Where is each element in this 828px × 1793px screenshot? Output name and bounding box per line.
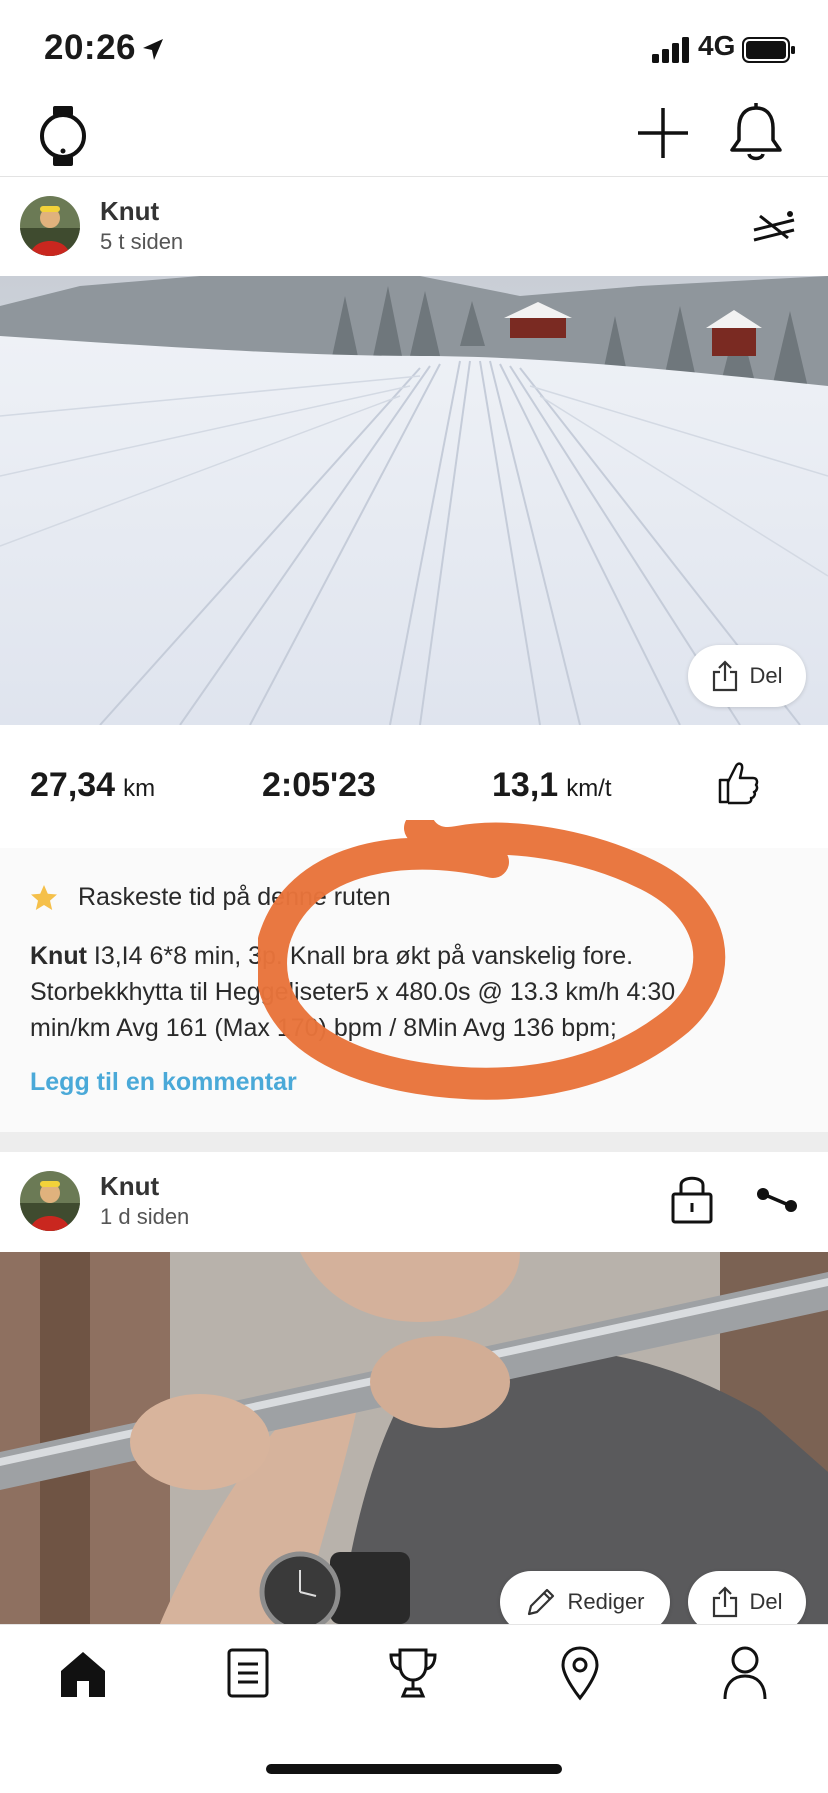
- map-pin-icon[interactable]: [560, 1645, 600, 1701]
- location-arrow-icon: [140, 37, 166, 63]
- share-button[interactable]: Del: [688, 645, 806, 707]
- diary-icon[interactable]: [226, 1647, 270, 1699]
- duration-value: 2:05'23: [262, 766, 376, 804]
- bell-icon[interactable]: [728, 102, 784, 164]
- speed-value: 13,1: [492, 766, 559, 804]
- star-icon: [30, 884, 58, 912]
- avatar[interactable]: [20, 196, 80, 256]
- share-button-label: Del: [749, 1589, 783, 1614]
- home-icon[interactable]: [58, 1649, 108, 1699]
- avatar[interactable]: [20, 1171, 80, 1231]
- share-button-label: Del: [749, 663, 783, 688]
- lock-icon: [670, 1172, 714, 1224]
- share-icon: [711, 660, 739, 692]
- description-author: Knut: [30, 942, 87, 970]
- status-bar: 20:26 4G: [0, 0, 828, 96]
- profile-icon[interactable]: [722, 1645, 768, 1701]
- annotation-circle: [255, 812, 728, 1145]
- post-author-name[interactable]: Knut: [100, 1171, 159, 1202]
- post-time-ago: 5 t siden: [100, 229, 184, 254]
- post-author-name[interactable]: Knut: [100, 196, 159, 227]
- pencil-icon: [525, 1586, 557, 1618]
- home-indicator: [266, 1764, 562, 1774]
- stat-duration: 2:05'23: [262, 766, 376, 805]
- watch-icon[interactable]: [38, 104, 88, 168]
- stat-speed: 13,1 km/t: [492, 766, 612, 805]
- post-time-ago: 1 d siden: [100, 1204, 190, 1229]
- trophy-icon[interactable]: [388, 1647, 438, 1699]
- battery-icon: [742, 36, 796, 64]
- post-divider: [0, 1132, 828, 1152]
- distance-unit: km: [123, 775, 156, 802]
- distance-value: 27,34: [30, 766, 116, 804]
- edit-button-label: Rediger: [567, 1589, 645, 1614]
- network-type: 4G: [698, 30, 736, 61]
- top-app-bar: [0, 96, 828, 177]
- stat-distance: 27,34 km: [30, 766, 155, 805]
- activity-photo[interactable]: [0, 1252, 828, 1624]
- cross-country-ski-icon: [752, 210, 796, 244]
- like-thumb-icon[interactable]: [716, 760, 760, 806]
- share-icon: [711, 1586, 739, 1618]
- strength-training-icon: [756, 1186, 798, 1214]
- add-comment-link[interactable]: Legg til en kommentar: [30, 1068, 297, 1097]
- speed-unit: km/t: [566, 775, 612, 802]
- status-time: 20:26: [44, 28, 137, 67]
- plus-icon[interactable]: [636, 106, 690, 160]
- cellular-signal-icon: [652, 37, 692, 63]
